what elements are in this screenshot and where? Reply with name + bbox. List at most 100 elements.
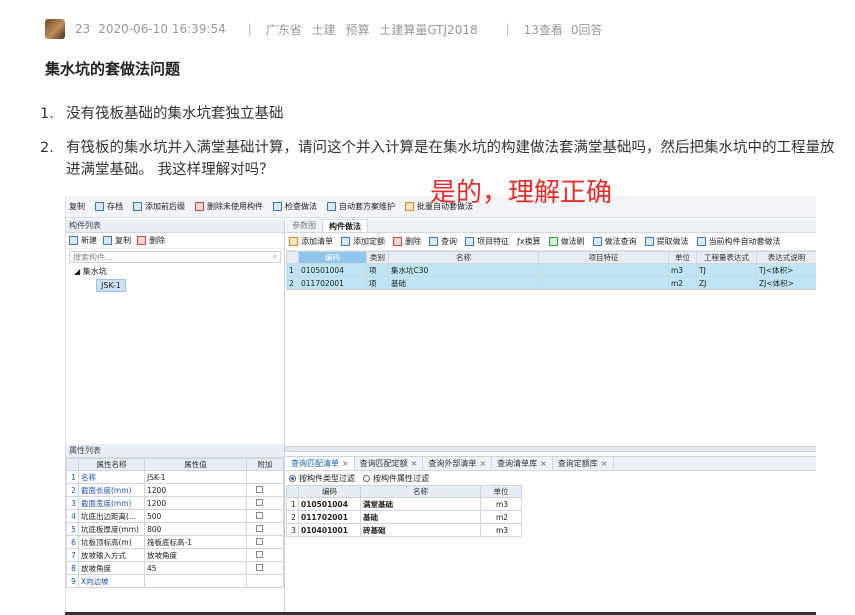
filter-radios: 按构件类型过滤 按构件属性过滤 [286, 471, 816, 485]
cell-unit: m3 [668, 263, 697, 277]
close-icon: × [540, 459, 547, 468]
tag-software[interactable]: 土建算量GTJ2018 [379, 23, 477, 37]
query-tabs: 查询匹配清单 × 查询匹配定额 × 查询外部清单 × 查询清单库 × 查询定额库 × [286, 457, 816, 471]
cell-name: 基础 [388, 276, 539, 290]
button-label: 新建 [81, 236, 97, 245]
tab-label: 查询匹配定额 [359, 459, 408, 468]
item-feature-button: 项目特征 [465, 236, 509, 247]
table-row: 6 坑板顶标高(m) 筏板底标高-1 [66, 535, 284, 549]
tag-category[interactable]: 土建 [312, 23, 336, 37]
tag-type[interactable]: 预算 [345, 23, 369, 37]
row-number: 2 [286, 276, 299, 290]
method-tabs: 参数图 构件做法 [286, 219, 816, 233]
property-name: 名称 [78, 470, 145, 484]
column-header: 单位 [668, 251, 697, 264]
cell-unit: m2 [668, 276, 697, 290]
feature-icon [465, 237, 474, 246]
post-tags: 广东省 土建 预算 土建算量GTJ2018 [266, 21, 484, 38]
radio-filter-by-attribute [363, 474, 370, 482]
cell-code: 010501004 [298, 263, 367, 277]
row-number: 5 [66, 522, 79, 536]
brush-icon [548, 237, 558, 246]
tree-child: JSK-1 [66, 279, 284, 293]
method-brush-button: 做法刷 [548, 236, 585, 247]
row-number: 4 [66, 509, 79, 523]
cell-code: 011702001 [298, 510, 361, 524]
table-row: 3 截面宽度(mm) 1200 [66, 496, 284, 510]
cell-unit: m3 [480, 523, 522, 537]
property-name: 截面长度(mm) [78, 483, 145, 497]
extract-icon [644, 237, 654, 246]
meta-separator: | [247, 22, 252, 36]
toolbar-item-label: 添加前后缀 [145, 202, 185, 211]
column-header: 项目特征 [538, 251, 669, 264]
table-row: 2 011702001 基础 m2 [286, 510, 522, 524]
radio-label: 按构件属性过滤 [373, 473, 429, 483]
query-panel: 查询匹配清单 × 查询匹配定额 × 查询外部清单 × 查询清单库 × 查询定额库 × 按构… [286, 456, 816, 615]
button-label: 添加清单 [301, 237, 333, 246]
delete-button: 删除 [137, 235, 165, 246]
column-header: 工程量表达式 [696, 251, 757, 264]
property-table: 属性名称 属性值 附加 1 名称 JSK-1 2 截面长度(mm) 1200 3 截面宽度(m… [66, 458, 284, 588]
toolbar-item-label: 存档 [107, 202, 123, 211]
column-header [286, 485, 299, 498]
toolbar-save: 存档 [95, 201, 123, 212]
auto-icon [696, 237, 706, 246]
column-header: 表达式说明 [756, 251, 816, 264]
cell-code: 011702001 [298, 276, 367, 290]
list-item-text: 没有筏板基础的集水坑套独立基础 [66, 106, 284, 122]
add-list-button: 添加清单 [289, 236, 333, 247]
query-icon [429, 237, 438, 246]
cell-type: 项 [366, 263, 389, 277]
copy-button: 复制 [103, 235, 131, 246]
toolbar-item-label: 检查做法 [285, 202, 317, 211]
tab-query-match-quota: 查询匹配定额 × [355, 457, 424, 470]
delete-button: 删除 [393, 236, 421, 247]
toolbar-copy: 复制 [69, 201, 85, 212]
property-value [144, 574, 247, 588]
cell-unit: m2 [480, 510, 522, 524]
property-value: 1200 [144, 483, 247, 497]
avatar[interactable] [45, 19, 65, 39]
cell-expression: ZJ [696, 276, 757, 290]
close-icon: × [479, 459, 487, 468]
tree-root: ◢ 集水坑 [74, 267, 107, 276]
table-row: 2 截面长度(mm) 1200 [66, 483, 284, 497]
search-placeholder: 搜索构件... [73, 252, 113, 262]
toolbar-check: 检查做法 [273, 201, 317, 212]
column-header: 名称 [360, 485, 481, 498]
table-row: 5 坑底板厚度(mm) 800 [66, 522, 284, 536]
query-result-table: 编码 名称 单位 1 010501004 满堂基础 m3 2 011702001… [286, 485, 522, 537]
row-number: 1 [286, 263, 299, 277]
property-value: 放坡角度 [144, 548, 247, 562]
checkbox [256, 511, 263, 519]
tree-root-label: 集水坑 [82, 267, 107, 276]
column-header: 编码 [298, 251, 367, 264]
cell-unit: m3 [480, 497, 522, 511]
property-value: 45 [144, 561, 247, 575]
tab-query-match-list: 查询匹配清单 × [286, 457, 355, 470]
tag-province[interactable]: 广东省 [266, 23, 302, 37]
tab-label: 查询外部清单 [428, 459, 477, 468]
property-extra [246, 561, 284, 575]
row-number: 7 [66, 548, 79, 562]
toolbar-auto-plan: 自动套方案维护 [327, 201, 395, 212]
column-header: 附加 [246, 458, 284, 471]
row-number: 3 [66, 496, 79, 510]
column-header: 编码 [298, 485, 361, 498]
cell-name: 砖基础 [360, 523, 481, 537]
panel-header: 属性列表 [66, 444, 284, 458]
tab-label: 查询匹配清单 [291, 459, 339, 468]
close-icon: × [410, 459, 418, 468]
tab-label: 查询定额库 [557, 459, 598, 468]
button-label: 删除 [149, 236, 165, 245]
column-header: 属性名称 [78, 458, 145, 471]
list-item-number: 2. [40, 140, 54, 156]
list-item: 1. 没有筏板基础的集水坑套独立基础 [40, 103, 845, 125]
table-row: 9 X向边坡 [66, 574, 284, 588]
table-row: 8 放坡角度 45 [66, 561, 284, 575]
radio-label: 按构件类型过滤 [299, 473, 355, 483]
search-icon [592, 237, 602, 246]
add-list-icon [289, 237, 298, 246]
add-quota-icon [341, 237, 350, 246]
